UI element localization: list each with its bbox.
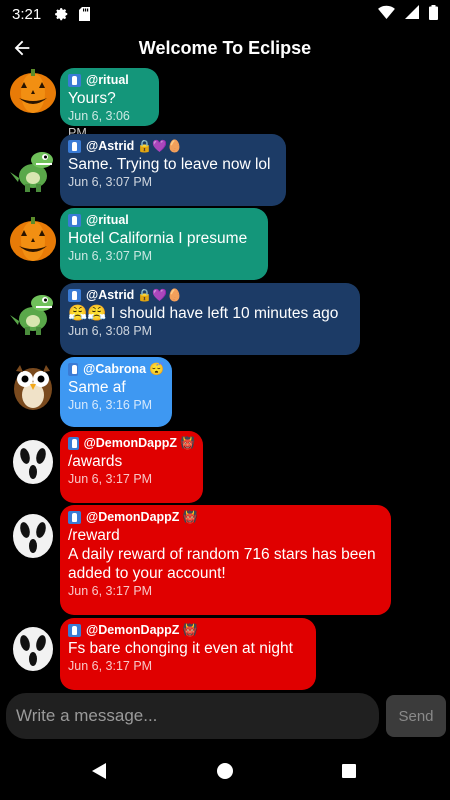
message-text: Hotel California I presume — [68, 230, 248, 247]
battery-icon — [429, 4, 438, 24]
message-item[interactable]: @Cabrona 😴 Same af Jun 6, 3:16 PM — [0, 357, 450, 429]
sd-card-icon — [79, 7, 91, 21]
message-username[interactable]: @Cabrona 😴 — [68, 360, 164, 378]
message-text: Same af — [68, 379, 126, 396]
owl-avatar[interactable] — [8, 361, 58, 411]
message-timestamp: Jun 6, 3:17 PM — [68, 584, 153, 598]
wifi-icon — [378, 5, 395, 23]
message-item[interactable]: @Astrid 🔒💜🥚 😤😤 I should have left 10 min… — [0, 283, 450, 355]
message-timestamp: Jun 6, 3:17 PM — [68, 472, 153, 486]
message-item[interactable]: @ritual Yours? Jun 6, 3:06 PM — [0, 68, 450, 140]
signal-icon — [405, 5, 419, 23]
message-text: Yours? — [68, 90, 116, 107]
pumpkin-avatar[interactable] — [8, 214, 58, 264]
message-username[interactable]: @ritual — [68, 71, 151, 89]
ghost-avatar[interactable] — [8, 623, 58, 673]
page-title: Welcome To Eclipse — [138, 37, 312, 58]
message-bubble: @ritual Yours? Jun 6, 3:06 PM — [60, 68, 159, 140]
person-icon — [68, 213, 81, 227]
person-icon — [68, 510, 81, 524]
message-input[interactable] — [6, 693, 379, 739]
gear-icon — [55, 7, 69, 21]
chat-list[interactable]: @ritual Yours? Jun 6, 3:06 PM @Astrid 🔒💜… — [0, 68, 450, 690]
person-icon — [68, 362, 79, 376]
nav-home-button[interactable] — [214, 760, 236, 782]
back-button[interactable] — [0, 28, 44, 68]
triangle-back-icon — [92, 763, 106, 779]
system-nav-bar — [0, 742, 450, 800]
message-username[interactable]: @ritual — [68, 211, 260, 229]
message-username[interactable]: @Astrid 🔒💜🥚 — [68, 286, 352, 304]
person-icon — [68, 288, 81, 302]
ghost-avatar[interactable] — [8, 510, 58, 560]
message-username[interactable]: @DemonDappZ 👹 — [68, 434, 195, 452]
person-icon — [68, 73, 81, 87]
send-button[interactable]: Send — [386, 695, 446, 737]
message-text: /reward A daily reward of random 716 sta… — [68, 527, 376, 582]
message-bubble: @Astrid 🔒💜🥚 😤😤 I should have left 10 min… — [60, 283, 360, 355]
message-bubble: @DemonDappZ 👹 /awards Jun 6, 3:17 PM — [60, 431, 203, 503]
status-time: 3:21 — [12, 5, 42, 23]
message-timestamp: Jun 6, 3:17 PM — [68, 659, 153, 673]
person-icon — [68, 623, 81, 637]
app-bar: Welcome To Eclipse — [0, 28, 450, 68]
message-item[interactable]: @ritual Hotel California I presume Jun 6… — [0, 208, 450, 280]
person-icon — [68, 436, 79, 450]
nav-back-button[interactable] — [88, 760, 110, 782]
pumpkin-avatar[interactable] — [8, 68, 58, 116]
message-timestamp: Jun 6, 3:08 PM — [68, 324, 153, 338]
status-bar: 3:21 — [0, 0, 450, 28]
dinosaur-avatar[interactable] — [8, 146, 58, 196]
message-bubble: @ritual Hotel California I presume Jun 6… — [60, 208, 268, 280]
message-item[interactable]: @DemonDappZ 👹 Fs bare chonging it even a… — [0, 618, 450, 690]
message-item[interactable]: @DemonDappZ 👹 /reward A daily reward of … — [0, 505, 450, 615]
message-item[interactable]: @Astrid 🔒💜🥚 Same. Trying to leave now lo… — [0, 134, 450, 206]
dinosaur-avatar[interactable] — [8, 289, 58, 339]
message-item[interactable]: @DemonDappZ 👹 /awards Jun 6, 3:17 PM — [0, 431, 450, 503]
message-text: 😤😤 I should have left 10 minutes ago — [68, 305, 339, 322]
message-composer: Send — [0, 690, 450, 742]
circle-home-icon — [217, 763, 233, 779]
message-bubble: @DemonDappZ 👹 /reward A daily reward of … — [60, 505, 391, 615]
message-username[interactable]: @Astrid 🔒💜🥚 — [68, 137, 278, 155]
message-timestamp: Jun 6, 3:07 PM — [68, 249, 153, 263]
message-username[interactable]: @DemonDappZ 👹 — [68, 508, 383, 526]
message-bubble: @DemonDappZ 👹 Fs bare chonging it even a… — [60, 618, 316, 690]
square-recents-icon — [342, 764, 356, 778]
message-timestamp: Jun 6, 3:07 PM — [68, 175, 153, 189]
person-icon — [68, 139, 81, 153]
arrow-back-icon — [14, 40, 30, 56]
message-text: Fs bare chonging it even at night — [68, 640, 293, 657]
message-bubble: @Cabrona 😴 Same af Jun 6, 3:16 PM — [60, 357, 172, 427]
message-text: /awards — [68, 453, 123, 470]
message-bubble: @Astrid 🔒💜🥚 Same. Trying to leave now lo… — [60, 134, 286, 206]
nav-recents-button[interactable] — [338, 760, 360, 782]
message-text: Same. Trying to leave now lol — [68, 156, 271, 173]
message-username[interactable]: @DemonDappZ 👹 — [68, 621, 308, 639]
message-timestamp: Jun 6, 3:16 PM — [68, 398, 153, 412]
ghost-avatar[interactable] — [8, 436, 58, 486]
